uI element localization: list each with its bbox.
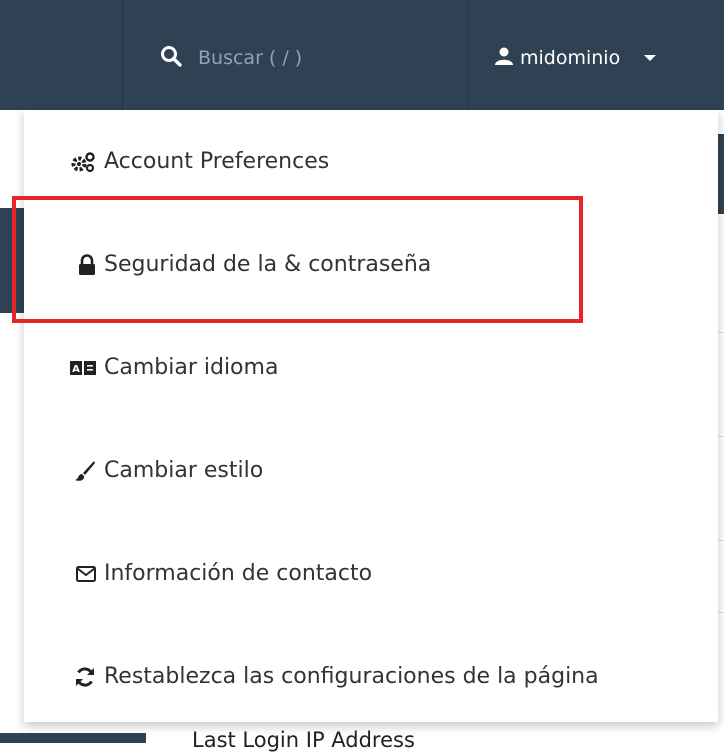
refresh-icon (62, 666, 96, 688)
navbar-divider (468, 0, 469, 110)
menu-item-account-preferences[interactable]: Account Preferences (24, 110, 718, 213)
envelope-icon (62, 565, 96, 582)
navbar-divider (122, 0, 123, 110)
background-panel-right (718, 134, 724, 214)
search-box[interactable]: Buscar ( / ) (160, 38, 302, 78)
background-panel-left (0, 208, 26, 313)
background-divider (718, 540, 724, 541)
user-menu-toggle[interactable]: midominio (494, 38, 657, 78)
svg-text:A: A (72, 364, 80, 375)
language-icon: A (62, 360, 96, 376)
menu-item-change-style[interactable]: Cambiar estilo (24, 419, 718, 522)
background-divider (718, 612, 724, 613)
menu-item-label: Restablezca las configuraciones de la pá… (104, 664, 599, 689)
background-divider (718, 436, 724, 437)
username-label: midominio (520, 47, 621, 69)
user-icon (494, 46, 514, 71)
cogs-icon (62, 151, 96, 173)
menu-item-label: Seguridad de la & contraseña (104, 252, 432, 277)
search-input[interactable]: Buscar ( / ) (198, 47, 302, 69)
menu-item-reset-page-settings[interactable]: Restablezca las configuraciones de la pá… (24, 625, 718, 728)
background-divider (718, 332, 724, 333)
menu-item-change-language[interactable]: A Cambiar idioma (24, 316, 718, 419)
menu-item-label: Cambiar estilo (104, 458, 264, 483)
menu-item-security-password[interactable]: Seguridad de la & contraseña (24, 213, 718, 316)
menu-item-label: Cambiar idioma (104, 355, 279, 380)
lock-icon (62, 253, 96, 276)
menu-item-contact-info[interactable]: Información de contacto (24, 522, 718, 625)
brush-icon (62, 460, 96, 482)
background-panel-bottom (0, 733, 146, 743)
user-dropdown-menu: Account Preferences Seguridad de la & co… (24, 110, 718, 722)
menu-item-label: Información de contacto (104, 561, 373, 586)
menu-item-label: Account Preferences (104, 149, 330, 174)
last-login-ip-label: Last Login IP Address (192, 728, 415, 752)
caret-down-icon (644, 55, 657, 61)
top-navbar: Buscar ( / ) midominio (0, 0, 724, 110)
search-icon (160, 45, 182, 71)
